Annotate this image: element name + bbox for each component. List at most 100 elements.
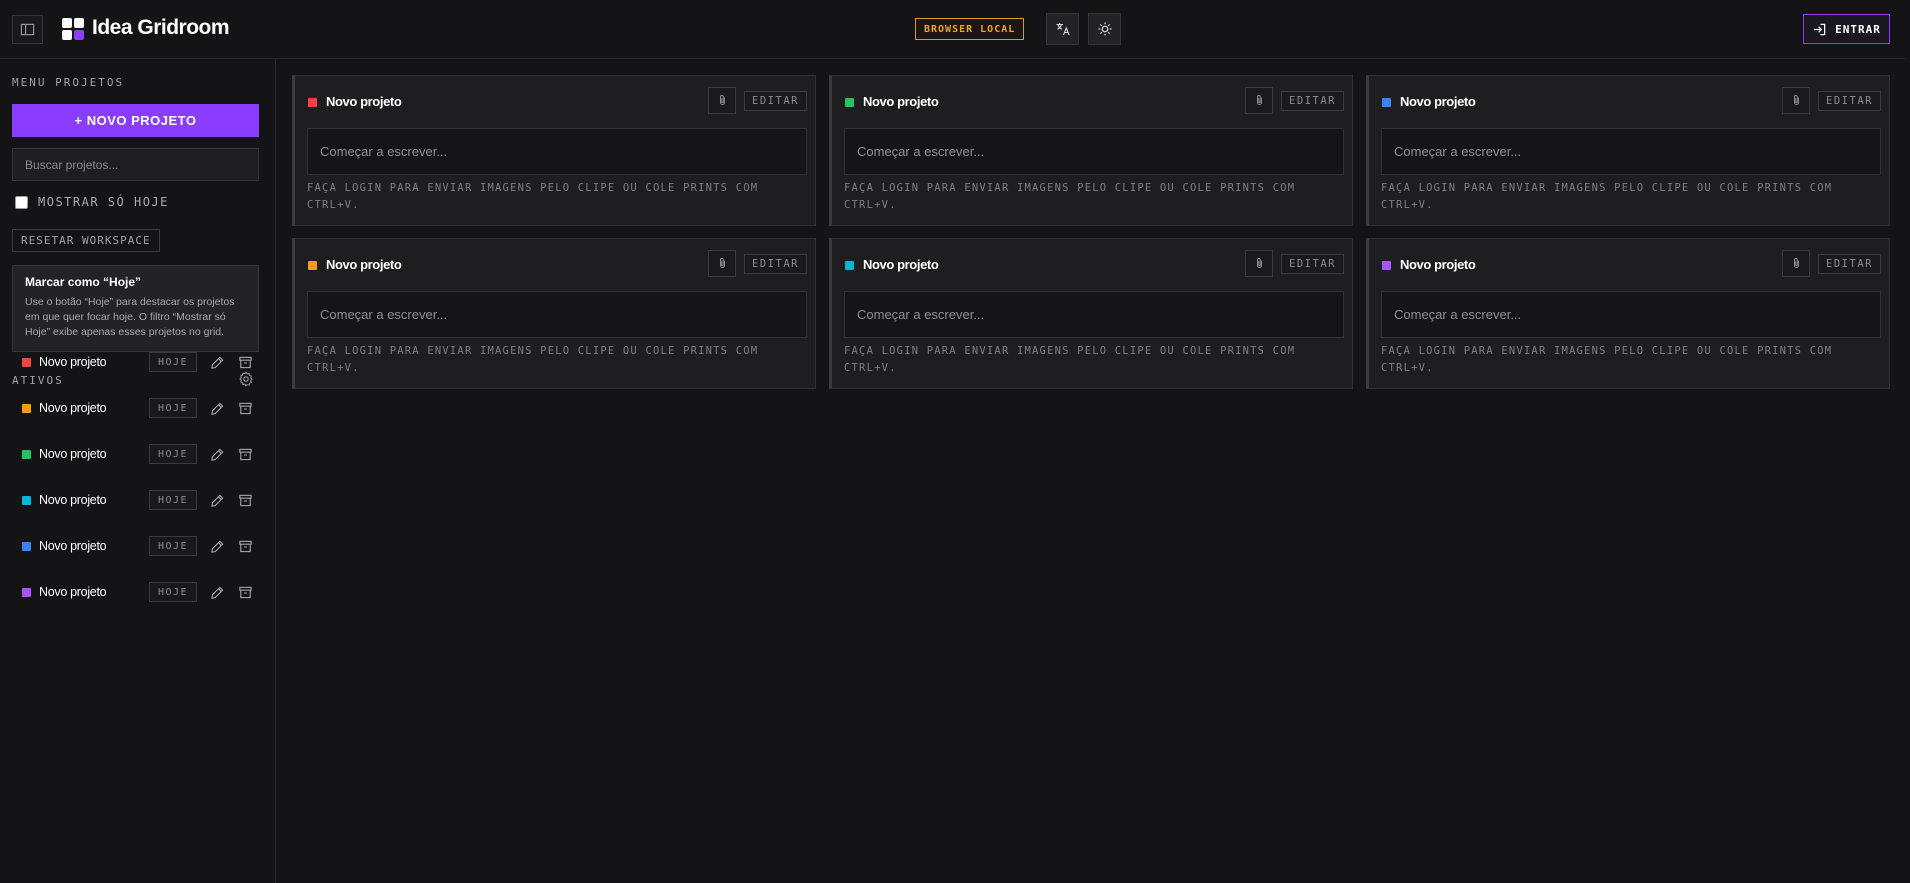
card-editor[interactable]: Começar a escrever...	[1381, 291, 1881, 338]
archive-icon[interactable]	[237, 354, 253, 370]
hoje-button[interactable]: HOJE	[149, 536, 197, 556]
today-filter-checkbox[interactable]	[15, 195, 28, 209]
card-note-line: CTRL+V.	[844, 199, 897, 211]
attach-clip-button[interactable]	[1782, 87, 1810, 114]
card-note-line: FAÇA LOGIN PARA ENVIAR IMAGENS PELO CLIP…	[844, 345, 1296, 357]
sidebar: MENU PROJETOS + NOVO PROJETO MOSTRAR SÓ …	[0, 59, 276, 883]
project-card: Novo projeto EDITAR Começar a escrever... F…	[1366, 238, 1890, 389]
card-note-line: FAÇA LOGIN PARA ENVIAR IMAGENS PELO CLIP…	[1381, 345, 1833, 357]
card-note-line: CTRL+V.	[307, 199, 360, 211]
translate-icon	[1056, 23, 1070, 36]
card-color-dot	[845, 261, 854, 270]
card-editor[interactable]: Começar a escrever...	[307, 128, 807, 175]
today-filter-label: MOSTRAR SÓ HOJE	[38, 195, 169, 209]
attach-clip-button[interactable]	[1245, 250, 1273, 277]
attach-clip-button[interactable]	[1782, 250, 1810, 277]
project-card: Novo projeto EDITAR Começar a escrever... F…	[1366, 75, 1890, 226]
archive-icon[interactable]	[237, 584, 253, 600]
language-button[interactable]	[1046, 13, 1079, 45]
reset-workspace-button[interactable]: RESETAR WORKSPACE	[12, 229, 160, 252]
today-hint-box: Marcar como “Hoje” Use o botão “Hoje” pa…	[12, 265, 259, 352]
project-color-dot	[22, 587, 31, 597]
edit-pencil-icon[interactable]	[209, 492, 225, 508]
archive-icon[interactable]	[237, 492, 253, 508]
theme-toggle-button[interactable]	[1088, 13, 1121, 45]
sidebar-project-item[interactable]: Novo projeto HOJE	[12, 347, 262, 377]
paperclip-icon	[1790, 94, 1803, 107]
archive-icon[interactable]	[237, 538, 253, 554]
card-login-note: FAÇA LOGIN PARA ENVIAR IMAGENS PELO CLIP…	[1381, 180, 1881, 214]
card-color-dot	[1382, 98, 1391, 107]
edit-pencil-icon[interactable]	[209, 446, 225, 462]
hint-text: Use o botão “Hoje” para destacar os proj…	[25, 296, 235, 338]
today-filter[interactable]: MOSTRAR SÓ HOJE	[15, 195, 169, 209]
sign-in-icon	[1814, 23, 1826, 35]
project-color-dot	[22, 541, 31, 551]
app-title: Idea Gridroom	[92, 16, 230, 39]
sidebar-project-item[interactable]: Novo projeto HOJE	[12, 393, 262, 423]
paperclip-icon	[1253, 94, 1266, 107]
card-note-line: CTRL+V.	[307, 362, 360, 374]
sidebar-panel-icon	[20, 23, 35, 36]
card-login-note: FAÇA LOGIN PARA ENVIAR IMAGENS PELO CLIP…	[1381, 343, 1881, 377]
card-note-line: CTRL+V.	[844, 362, 897, 374]
card-editor[interactable]: Começar a escrever...	[844, 128, 1344, 175]
login-label: ENTRAR	[1835, 22, 1881, 36]
card-title: Novo projeto	[326, 257, 402, 272]
sidebar-project-item[interactable]: Novo projeto HOJE	[12, 577, 262, 607]
edit-pencil-icon[interactable]	[209, 354, 225, 370]
sidebar-project-item[interactable]: Novo projeto HOJE	[12, 485, 262, 515]
card-editor[interactable]: Começar a escrever...	[844, 291, 1344, 338]
sidebar-toggle-button[interactable]	[12, 15, 43, 44]
edit-pencil-icon[interactable]	[209, 400, 225, 416]
edit-pencil-icon[interactable]	[209, 584, 225, 600]
edit-card-button[interactable]: EDITAR	[1281, 91, 1344, 111]
hoje-button[interactable]: HOJE	[149, 444, 197, 464]
project-color-dot	[22, 449, 31, 459]
card-title: Novo projeto	[863, 257, 939, 272]
card-login-note: FAÇA LOGIN PARA ENVIAR IMAGENS PELO CLIP…	[844, 180, 1344, 214]
attach-clip-button[interactable]	[1245, 87, 1273, 114]
archive-icon[interactable]	[237, 400, 253, 416]
menu-section-label: MENU PROJETOS	[12, 76, 125, 89]
card-color-dot	[308, 98, 317, 107]
storage-mode-badge: BROWSER LOCAL	[915, 18, 1025, 40]
card-login-note: FAÇA LOGIN PARA ENVIAR IMAGENS PELO CLIP…	[307, 180, 807, 214]
project-color-dot	[22, 403, 31, 413]
paperclip-icon	[1253, 257, 1266, 270]
card-color-dot	[845, 98, 854, 107]
card-note-line: CTRL+V.	[1381, 362, 1434, 374]
edit-card-button[interactable]: EDITAR	[744, 254, 807, 274]
archive-icon[interactable]	[237, 446, 253, 462]
paperclip-icon	[716, 94, 729, 107]
top-header: Idea Gridroom BROWSER LOCAL ENTRAR	[0, 0, 1906, 59]
hoje-button[interactable]: HOJE	[149, 582, 197, 602]
attach-clip-button[interactable]	[708, 250, 736, 277]
edit-card-button[interactable]: EDITAR	[1818, 254, 1881, 274]
sun-icon	[1098, 22, 1111, 36]
hoje-button[interactable]: HOJE	[149, 490, 197, 510]
new-project-button[interactable]: + NOVO PROJETO	[12, 104, 259, 137]
card-editor[interactable]: Começar a escrever...	[307, 291, 807, 338]
project-name: Novo projeto	[39, 585, 107, 599]
edit-pencil-icon[interactable]	[209, 538, 225, 554]
project-name: Novo projeto	[39, 447, 107, 461]
card-note-line: FAÇA LOGIN PARA ENVIAR IMAGENS PELO CLIP…	[307, 182, 759, 194]
card-login-note: FAÇA LOGIN PARA ENVIAR IMAGENS PELO CLIP…	[844, 343, 1344, 377]
attach-clip-button[interactable]	[708, 87, 736, 114]
sidebar-project-item[interactable]: Novo projeto HOJE	[12, 439, 262, 469]
sidebar-project-item[interactable]: Novo projeto HOJE	[12, 531, 262, 561]
card-login-note: FAÇA LOGIN PARA ENVIAR IMAGENS PELO CLIP…	[307, 343, 807, 377]
hoje-button[interactable]: HOJE	[149, 398, 197, 418]
hoje-button[interactable]: HOJE	[149, 352, 197, 372]
card-title: Novo projeto	[1400, 94, 1476, 109]
project-search-input[interactable]	[12, 148, 259, 181]
card-editor[interactable]: Começar a escrever...	[1381, 128, 1881, 175]
login-button[interactable]: ENTRAR	[1803, 14, 1890, 44]
card-note-line: FAÇA LOGIN PARA ENVIAR IMAGENS PELO CLIP…	[307, 345, 759, 357]
edit-card-button[interactable]: EDITAR	[744, 91, 807, 111]
edit-card-button[interactable]: EDITAR	[1818, 91, 1881, 111]
project-card: Novo projeto EDITAR Começar a escrever... F…	[829, 75, 1353, 226]
project-color-dot	[22, 357, 31, 367]
edit-card-button[interactable]: EDITAR	[1281, 254, 1344, 274]
